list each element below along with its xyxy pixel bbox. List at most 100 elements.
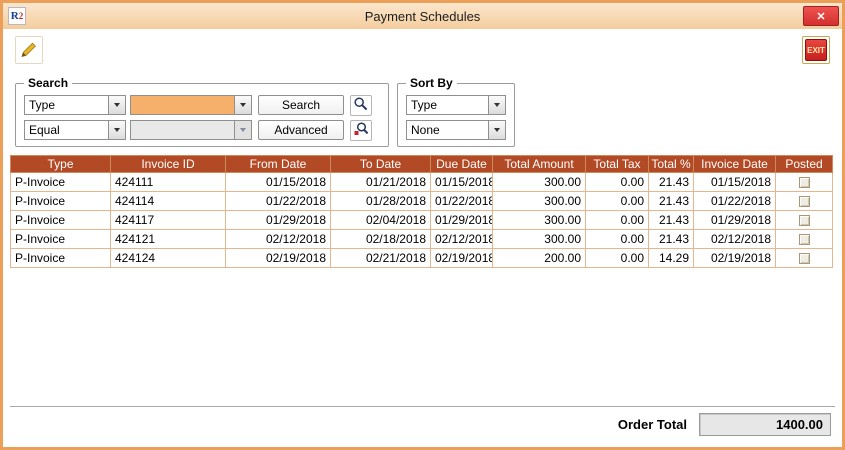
column-header-total-tax[interactable]: Total Tax (585, 155, 649, 173)
table-cell: P-Invoice (10, 172, 111, 192)
sortby-second-select[interactable]: None (406, 120, 506, 140)
table-cell: 0.00 (585, 191, 649, 211)
chevron-down-icon[interactable] (488, 121, 505, 139)
column-header-invoice-id[interactable]: Invoice ID (110, 155, 226, 173)
table-cell: P-Invoice (10, 191, 111, 211)
chevron-down-icon (234, 121, 251, 139)
posted-checkbox[interactable] (798, 253, 810, 265)
table-row[interactable]: P-Invoice 424124 02/19/2018 02/21/2018 02/19… (10, 248, 833, 268)
titlebar: R2 Payment Schedules ✕ (3, 3, 842, 29)
chevron-down-icon[interactable] (108, 121, 125, 139)
table-row[interactable]: P-Invoice 424111 01/15/2018 01/21/2018 01/15… (10, 172, 833, 192)
table-cell: 21.43 (648, 172, 694, 192)
table-cell: 01/21/2018 (330, 172, 431, 192)
table-header-row: Type Invoice ID From Date To Date Due Date To… (10, 155, 833, 173)
column-header-due-date[interactable]: Due Date (430, 155, 493, 173)
table-cell: 01/28/2018 (330, 191, 431, 211)
column-header-from-date[interactable]: From Date (225, 155, 331, 173)
sortby-groupbox: Sort By Type None (397, 76, 515, 147)
chevron-down-icon[interactable] (488, 96, 505, 114)
posted-checkbox[interactable] (798, 177, 810, 189)
table-cell: 424124 (110, 248, 226, 268)
table-cell: 01/29/2018 (225, 210, 331, 230)
table-cell: 300.00 (492, 210, 586, 230)
footer: Order Total 1400.00 (10, 406, 835, 442)
table-cell: 21.43 (648, 210, 694, 230)
table-cell (775, 210, 833, 230)
table-cell: 300.00 (492, 191, 586, 211)
close-button[interactable]: ✕ (803, 6, 839, 26)
table-cell: 01/15/2018 (225, 172, 331, 192)
table-cell: 14.29 (648, 248, 694, 268)
table-cell: 02/19/2018 (693, 248, 776, 268)
column-header-total-amount[interactable]: Total Amount (492, 155, 586, 173)
table-cell: 01/15/2018 (693, 172, 776, 192)
column-header-invoice-date[interactable]: Invoice Date (693, 155, 776, 173)
table-cell: 02/19/2018 (430, 248, 493, 268)
table-cell: 300.00 (492, 172, 586, 192)
table-cell (775, 248, 833, 268)
search-field-select[interactable]: Type (24, 95, 126, 115)
app-logo-2: 2 (18, 11, 24, 21)
column-header-posted[interactable]: Posted (775, 155, 833, 173)
table-cell: 200.00 (492, 248, 586, 268)
search-groupbox: Search Type Search Equal Advanced (15, 76, 389, 147)
column-header-total-[interactable]: Total % (648, 155, 694, 173)
chevron-down-icon[interactable] (234, 96, 251, 114)
table-cell: 0.00 (585, 248, 649, 268)
table-body: P-Invoice 424111 01/15/2018 01/21/2018 01/15… (10, 172, 833, 268)
sortby-first-value: Type (411, 98, 438, 112)
table-row[interactable]: P-Invoice 424121 02/12/2018 02/18/2018 02/12… (10, 229, 833, 249)
search-criteria-value (131, 96, 234, 114)
app-logo-r: R (10, 10, 19, 22)
pencil-icon (19, 39, 39, 62)
advanced-search-button[interactable] (350, 120, 372, 141)
table-cell: 02/18/2018 (330, 229, 431, 249)
advanced-button[interactable]: Advanced (258, 120, 344, 140)
search-criteria-select[interactable] (130, 95, 252, 115)
search-field-value: Type (29, 98, 56, 112)
table-cell: 01/22/2018 (430, 191, 493, 211)
search-operator-select[interactable]: Equal (24, 120, 126, 140)
table-cell: P-Invoice (10, 229, 111, 249)
order-total-label: Order Total (617, 417, 687, 432)
advanced-search-icon (353, 121, 369, 140)
table-cell: 01/22/2018 (693, 191, 776, 211)
table-cell: P-Invoice (10, 210, 111, 230)
table-cell: 02/12/2018 (693, 229, 776, 249)
sortby-first-select[interactable]: Type (406, 95, 506, 115)
search-criteria2-value (131, 121, 234, 139)
app-logo-icon: R2 (8, 7, 26, 25)
table-cell (775, 172, 833, 192)
exit-icon: EXIT (805, 39, 827, 61)
column-header-to-date[interactable]: To Date (330, 155, 431, 173)
table-cell: 01/15/2018 (430, 172, 493, 192)
table-cell: 02/04/2018 (330, 210, 431, 230)
table-cell: P-Invoice (10, 248, 111, 268)
table-cell: 424117 (110, 210, 226, 230)
table-row[interactable]: P-Invoice 424114 01/22/2018 01/28/2018 01/22… (10, 191, 833, 211)
payment-schedules-window: R2 Payment Schedules ✕ EXIT Search Type (0, 0, 845, 450)
table-cell: 01/29/2018 (430, 210, 493, 230)
table-cell: 424121 (110, 229, 226, 249)
search-legend: Search (24, 76, 73, 90)
window-content: EXIT Search Type Search Equal Advanced S… (3, 29, 842, 447)
sortby-second-value: None (411, 123, 440, 137)
chevron-down-icon[interactable] (108, 96, 125, 114)
table-cell (775, 229, 833, 249)
table-cell: 01/22/2018 (225, 191, 331, 211)
search-button[interactable]: Search (258, 95, 344, 115)
window-title: Payment Schedules (364, 8, 481, 24)
posted-checkbox[interactable] (798, 215, 810, 227)
exit-button[interactable]: EXIT (802, 36, 830, 64)
table-cell: 21.43 (648, 229, 694, 249)
column-header-type[interactable]: Type (10, 155, 111, 173)
search-magnifier-button[interactable] (350, 95, 372, 116)
posted-checkbox[interactable] (798, 234, 810, 246)
search-operator-value: Equal (29, 123, 60, 137)
table-row[interactable]: P-Invoice 424117 01/29/2018 02/04/2018 01/29… (10, 210, 833, 230)
table-cell: 21.43 (648, 191, 694, 211)
sortby-legend: Sort By (406, 76, 457, 90)
edit-button[interactable] (15, 36, 43, 64)
posted-checkbox[interactable] (798, 196, 810, 208)
